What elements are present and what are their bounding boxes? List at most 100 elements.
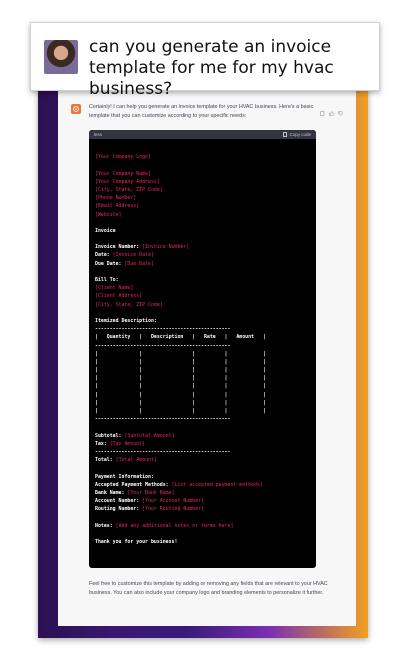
code-placeholder: [Website]: [95, 211, 122, 218]
code-line: [Your Company Name]: [95, 170, 310, 178]
code-placeholder: [Add any additional notes or terms here]: [115, 522, 234, 529]
user-avatar: [44, 40, 78, 74]
code-text: ----------------------------------------…: [95, 342, 231, 349]
code-block-header: less Copy code: [89, 130, 316, 139]
code-line: Payment Information:: [95, 473, 310, 481]
code-line: [Client Name]: [95, 284, 310, 292]
code-line: | | | | |: [95, 399, 310, 407]
thumbs-down-icon[interactable]: [338, 103, 343, 116]
code-text: | | | | |: [95, 367, 266, 374]
code-line: Thank you for your business!: [95, 538, 310, 546]
code-line: Itemized Description:: [95, 317, 310, 325]
code-line: | | | | |: [95, 358, 310, 366]
code-text: Itemized Description:: [95, 317, 157, 324]
code-field-label: Subtotal:: [95, 432, 125, 439]
code-line: ----------------------------------------…: [95, 325, 310, 333]
code-text: | | | | |: [95, 399, 266, 406]
code-body: [Your Company Logo] [Your Company Name] [Y…: [89, 139, 316, 546]
code-text: | | | | |: [95, 383, 266, 390]
code-line: | | | | |: [95, 391, 310, 399]
code-line: [City, State, ZIP Code]: [95, 186, 310, 194]
code-line: ----------------------------------------…: [95, 448, 310, 456]
code-placeholder: [Your Company Name]: [95, 170, 151, 177]
code-field-label: Notes:: [95, 522, 116, 529]
code-placeholder: [Your Company Logo]: [95, 154, 151, 161]
code-line: [Phone Number]: [95, 194, 310, 202]
thumbs-up-icon[interactable]: [329, 103, 334, 116]
code-placeholder: [Your Bank Name]: [127, 489, 175, 496]
code-text: ----------------------------------------…: [95, 416, 231, 423]
code-line: [Website]: [95, 211, 310, 219]
code-placeholder: [City, State, ZIP Code]: [95, 301, 163, 308]
openai-logo-icon: [71, 104, 81, 114]
code-placeholder: [City, State, ZIP Code]: [95, 186, 163, 193]
code-text: | Quantity | Description | Rate | Amount…: [95, 334, 266, 341]
code-placeholder: [Your Routing Number]: [142, 506, 204, 513]
code-text: ----------------------------------------…: [95, 448, 231, 455]
code-line: ----------------------------------------…: [95, 342, 310, 350]
code-line: Date: [Invoice Date]: [95, 251, 310, 259]
code-text: | | | | |: [95, 408, 266, 414]
code-line: Invoice Number: [Invoice Number]: [95, 243, 310, 251]
code-line: [Email Address]: [95, 202, 310, 210]
clipboard-icon: [283, 132, 288, 137]
code-language-label: less: [94, 132, 103, 137]
code-placeholder: [Invoice Number]: [142, 244, 190, 251]
code-line: | | | | |: [95, 407, 310, 415]
code-text: Thank you for your business!: [95, 539, 178, 545]
assistant-reply-outro: Feel free to customize this template by …: [89, 581, 328, 596]
code-field-label: Invoice Number:: [95, 244, 143, 251]
code-line: [Your Company Logo]: [95, 153, 310, 161]
code-line: Account Number: [Your Account Number]: [95, 497, 310, 505]
code-line: Due Date: [Due Date]: [95, 260, 310, 268]
code-line: Invoice: [95, 227, 310, 235]
code-text: Bill To:: [95, 277, 119, 283]
code-line: | | | | |: [95, 366, 310, 374]
code-line: | | | | |: [95, 382, 310, 390]
code-line: [Client Address]: [95, 292, 310, 300]
code-line: Notes: [Add any additional notes or term…: [95, 522, 310, 530]
code-field-label: Bank Name:: [95, 489, 128, 496]
code-placeholder: [Email Address]: [95, 203, 140, 210]
code-text: | | | | |: [95, 358, 266, 365]
copy-code-button[interactable]: Copy code: [283, 132, 311, 137]
reply-actions: [320, 103, 343, 116]
code-text: | | | | |: [95, 350, 266, 357]
code-line: Total: [Total Amount]: [95, 456, 310, 464]
code-placeholder: [Phone Number]: [95, 195, 137, 202]
code-line: | | | | |: [95, 350, 310, 358]
code-line: Bill To:: [95, 276, 310, 284]
code-line: ----------------------------------------…: [95, 415, 310, 423]
user-question-card: can you generate an invoice template for…: [30, 22, 380, 99]
code-text: | | | | |: [95, 391, 266, 398]
code-field-label: Tax:: [95, 440, 110, 447]
code-field-label: Routing Number:: [95, 506, 143, 513]
code-line: Accepted Payment Methods: [List accepted…: [95, 481, 310, 489]
code-field-label: Date:: [95, 252, 113, 259]
code-placeholder: [Subtotal Amount]: [124, 432, 175, 439]
code-line: Subtotal: [Subtotal Amount]: [95, 432, 310, 440]
assistant-reply-intro: Certainly! I can help you generate an in…: [89, 104, 314, 119]
code-block: less Copy code [Your Company Logo] [Your …: [89, 130, 316, 568]
code-placeholder: [List accepted payment methods]: [171, 481, 263, 488]
code-line: Routing Number: [Your Routing Number]: [95, 505, 310, 513]
code-line: [City, State, ZIP Code]: [95, 301, 310, 309]
code-text: | | | | |: [95, 375, 266, 382]
code-field-label: Due Date:: [95, 260, 125, 267]
code-placeholder: [Invoice Date]: [112, 252, 154, 259]
code-text: ----------------------------------------…: [95, 326, 231, 333]
code-text: Invoice: [95, 227, 116, 234]
user-question-text: can you generate an invoice template for…: [89, 37, 334, 99]
code-placeholder: [Client Address]: [95, 293, 143, 300]
copy-icon[interactable]: [320, 103, 325, 116]
code-placeholder: [Total Amount]: [115, 457, 157, 464]
